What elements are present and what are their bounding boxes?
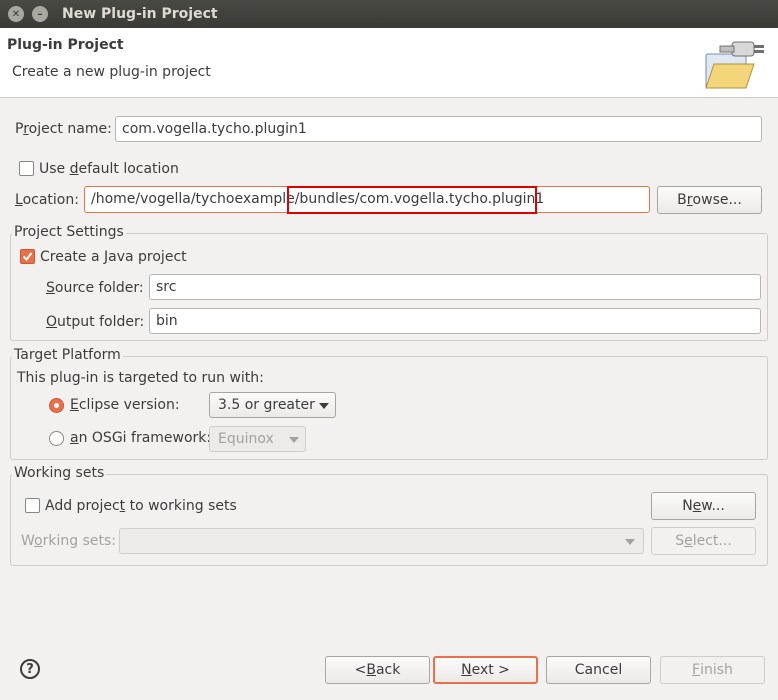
close-icon[interactable]: ✕ [8,6,24,22]
window-titlebar: ✕ – New Plug-in Project [0,0,778,28]
eclipse-version-value: 3.5 or greater [218,397,315,413]
eclipse-version-label: Eclipse version: [70,397,180,413]
working-sets-label: Working sets: [21,533,116,549]
finish-button[interactable]: Finish [660,656,765,684]
use-default-location-label: Use default location [39,161,179,177]
cancel-button[interactable]: Cancel [546,656,651,684]
select-working-sets-button[interactable]: Se lect... [651,527,756,555]
create-java-project-checkbox[interactable] [20,249,35,264]
page-subtitle: Create a new plug-in project [12,64,211,80]
osgi-framework-label: an OSGi framework: [70,430,212,446]
create-java-project-label: Create a Java project [40,249,187,265]
output-folder-field[interactable]: bin [149,308,761,334]
page-title: Plug-in Project [7,37,124,53]
output-folder-label: Output folder: [46,314,145,330]
source-folder-field[interactable]: src [149,274,761,300]
back-button[interactable]: < Back [325,656,430,684]
osgi-framework-select[interactable]: Equinox [209,426,306,452]
new-working-set-button[interactable]: Ne w... [651,492,756,520]
wizard-header: Plug-in Project Create a new plug-in pro… [0,28,778,98]
add-to-working-sets-checkbox[interactable] [25,498,40,513]
working-sets-title: Working sets [12,465,107,481]
target-platform-description: This plug-in is targeted to run with: [17,370,264,386]
eclipse-version-radio[interactable] [49,398,64,413]
checkmark-icon [22,252,33,262]
project-name-label: Project name: [15,121,112,137]
browse-button[interactable]: Br owse... [657,186,762,214]
minimize-icon[interactable]: – [32,6,48,22]
next-button[interactable]: Next > [433,656,538,684]
window-title: New Plug-in Project [62,6,218,22]
project-name-field[interactable]: com.vogella.tycho.plugin1 [115,116,762,142]
chevron-down-icon [289,437,299,443]
chevron-down-icon [319,403,329,409]
plugin-folder-icon [705,41,764,89]
osgi-framework-radio[interactable] [49,431,64,446]
chevron-down-icon [625,539,635,545]
location-label: Location: [15,192,79,208]
add-to-working-sets-label: Add project to working sets [45,498,237,514]
project-settings-title: Project Settings [12,224,126,240]
eclipse-version-select[interactable]: 3.5 or greater [209,392,336,418]
target-platform-title: Target Platform [12,347,123,363]
source-folder-label: Source folder: [46,280,144,296]
location-highlight-box [287,186,537,214]
help-icon[interactable]: ? [20,659,40,679]
working-sets-select[interactable] [119,528,644,554]
use-default-location-checkbox[interactable] [19,161,34,176]
osgi-framework-value: Equinox [218,431,274,447]
